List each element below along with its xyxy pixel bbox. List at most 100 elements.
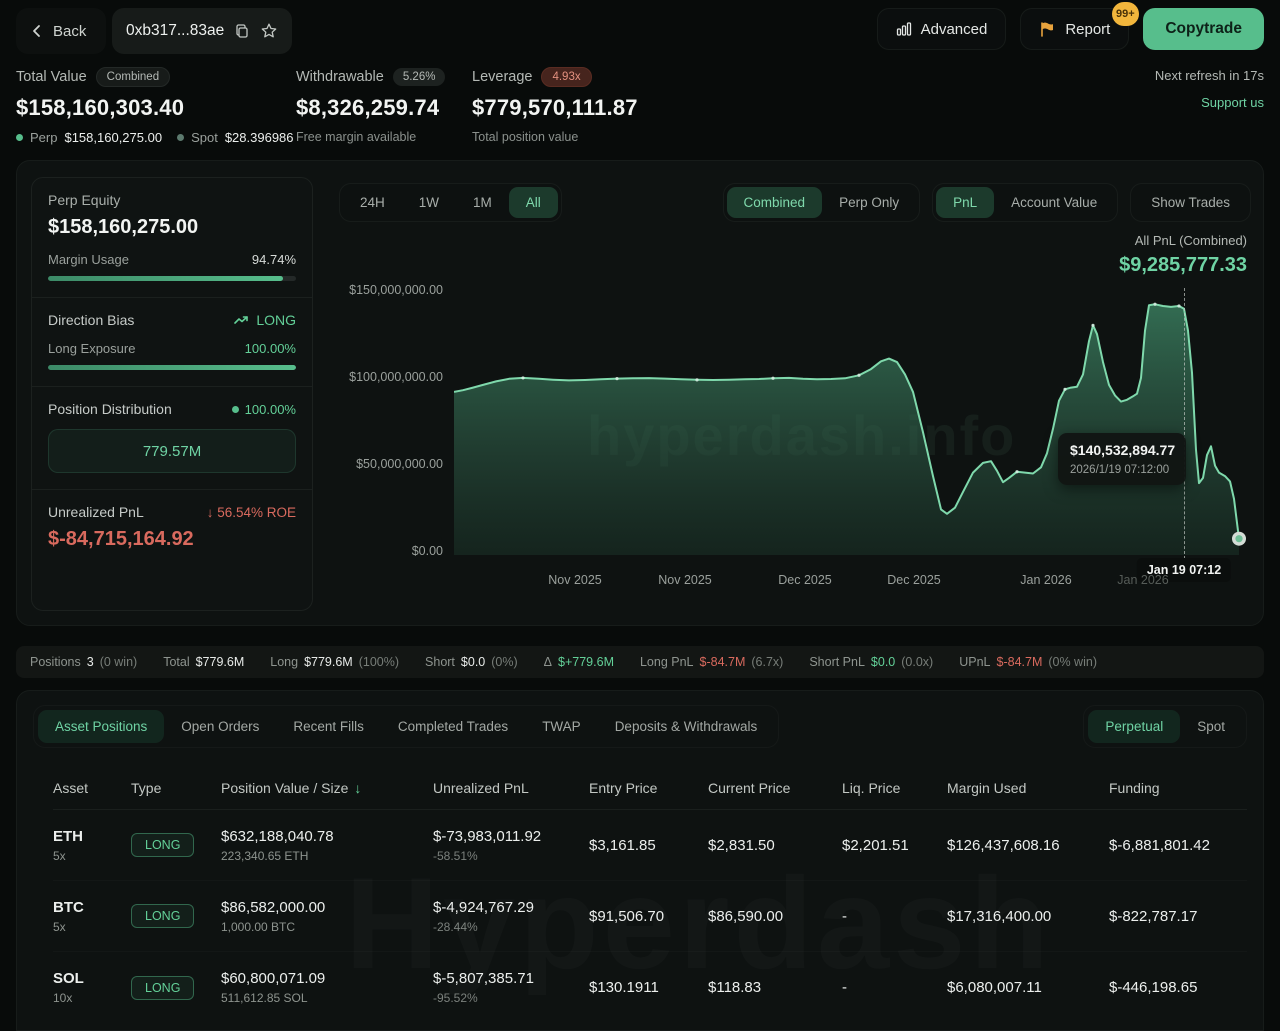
asset-symbol: SOL: [53, 970, 84, 987]
current-price: $2,831.50: [708, 836, 775, 854]
upnl-value: $-5,807,385.71: [433, 970, 534, 987]
asset-leverage: 5x: [53, 919, 66, 934]
direction-bias-label: Direction Bias: [48, 312, 135, 328]
tab-open-orders[interactable]: Open Orders: [164, 710, 276, 743]
liq-price: $2,201.51: [842, 836, 909, 854]
tab-recent-fills[interactable]: Recent Fills: [276, 710, 381, 743]
leverage-label: Leverage: [472, 69, 533, 85]
entry-price: $130.1911: [589, 979, 659, 996]
pnl-area-fill: [454, 304, 1239, 555]
spot-dot: [177, 134, 185, 141]
summary-delta: Δ $+779.6M: [543, 655, 614, 669]
leverage-badge: 4.93x: [541, 67, 592, 87]
toggle-perpetual[interactable]: Perpetual: [1088, 710, 1181, 743]
show-trades-group: Show Trades: [1130, 183, 1251, 222]
pnl-area-chart[interactable]: [454, 288, 1249, 560]
entry-price: $91,506.70: [589, 907, 665, 925]
tab-completed-trades[interactable]: Completed Trades: [381, 710, 525, 743]
asset-leverage: 10x: [53, 991, 73, 1005]
col-asset[interactable]: Asset: [53, 780, 131, 796]
mode-perp-only-button[interactable]: Perp Only: [822, 187, 916, 218]
copytrade-button[interactable]: Copytrade: [1143, 8, 1264, 50]
asset-leverage: 5x: [53, 848, 66, 863]
funding: $-6,881,801.42: [1109, 836, 1210, 854]
wallet-address: 0xb317...83ae: [126, 22, 225, 39]
col-liq-price[interactable]: Liq. Price: [842, 780, 947, 796]
support-us-link[interactable]: Support us: [1155, 95, 1264, 110]
position-distribution-section: Position Distribution 100.00% 779.57M: [32, 387, 312, 489]
table-row[interactable]: BTC 5x LONG $86,582,000.00 1,000.00 BTC …: [53, 881, 1247, 952]
top-right-actions: Advanced Report Copytrade: [876, 8, 1264, 50]
copytrade-label: Copytrade: [1165, 20, 1242, 37]
chart-tooltip: $140,532,894.77 2026/1/19 07:12:00: [1058, 433, 1186, 485]
back-label: Back: [53, 22, 87, 40]
distribution-dot: [231, 405, 239, 413]
flag-icon: [1041, 21, 1054, 37]
long-badge: LONG: [131, 975, 195, 1000]
back-button[interactable]: Back: [16, 8, 107, 54]
perp-equity-section: Perp Equity $158,160,275.00 Margin Usage…: [32, 178, 312, 297]
toggle-spot[interactable]: Spot: [1180, 710, 1242, 743]
positions-tab-group: Asset Positions Open Orders Recent Fills…: [33, 705, 780, 748]
metric-account-value-button[interactable]: Account Value: [994, 187, 1114, 218]
perp-dot: [16, 134, 23, 141]
withdrawable-stat: Withdrawable 5.26% $8,326,259.74 Free ma…: [296, 66, 446, 144]
metric-pnl-button[interactable]: PnL: [936, 187, 995, 218]
entry-price: $3,161.85: [589, 836, 656, 854]
x-axis-tick: Jan 2026: [1020, 573, 1072, 587]
account-stats-row: Total Value Combined $158,160,303.40 Per…: [0, 64, 1280, 154]
long-exposure-bar: [48, 365, 296, 370]
spot-label: Spot: [191, 130, 218, 145]
table-row[interactable]: SOL 10x LONG $60,800,071.09 511,612.85 S…: [53, 952, 1247, 1023]
range-all-button[interactable]: All: [508, 187, 558, 218]
col-funding[interactable]: Funding: [1109, 780, 1247, 796]
col-current-price[interactable]: Current Price: [708, 780, 842, 796]
all-pnl-summary: All PnL (Combined) $9,285,777.33: [1119, 233, 1247, 277]
bar-chart-icon: [896, 22, 911, 36]
x-axis-tick: Dec 2025: [778, 573, 832, 587]
advanced-label: Advanced: [920, 20, 988, 38]
positions-panel: Asset Positions Open Orders Recent Fills…: [16, 690, 1264, 1031]
summary-long-pnl: Long PnL $-84.7M (6.7x): [639, 655, 784, 669]
margin-usage-bar: [48, 276, 296, 281]
table-header-row: Asset Type Position Value / Size ↓ Unreal…: [53, 766, 1247, 810]
leverage-sub: Total position value: [472, 130, 579, 144]
col-unrealized-pnl[interactable]: Unrealized PnL: [433, 780, 589, 796]
x-axis-tick: Dec 2025: [887, 573, 941, 587]
pnl-endpoint-core: [1235, 535, 1243, 543]
col-margin-used[interactable]: Margin Used: [947, 780, 1109, 796]
range-1m-button[interactable]: 1M: [456, 187, 509, 218]
withdrawable-sub: Free margin available: [296, 130, 417, 144]
copy-icon[interactable]: [234, 23, 250, 39]
range-1w-button[interactable]: 1W: [402, 187, 456, 218]
report-label: Report: [1065, 20, 1111, 38]
total-value-stat: Total Value Combined $158,160,303.40 Per…: [16, 66, 294, 145]
table-row[interactable]: ETH 5x LONG $632,188,040.78 223,340.65 E…: [53, 810, 1247, 881]
margin-used: $6,080,007.11: [947, 979, 1042, 996]
tab-asset-positions[interactable]: Asset Positions: [38, 710, 165, 743]
market-toggle-group: Perpetual Spot: [1083, 705, 1247, 748]
star-icon[interactable]: [260, 22, 278, 40]
upnl-pct: -95.52%: [433, 991, 478, 1005]
position-distribution-value[interactable]: 779.57M: [48, 429, 296, 473]
advanced-button[interactable]: Advanced: [876, 8, 1007, 50]
mode-combined-button[interactable]: Combined: [726, 187, 823, 218]
range-24h-button[interactable]: 24H: [343, 187, 402, 218]
current-price: $118.83: [708, 979, 762, 996]
position-distribution-label: Position Distribution: [48, 401, 172, 417]
show-trades-button[interactable]: Show Trades: [1134, 187, 1247, 218]
summary-short: Short $0.0 (0%): [425, 655, 518, 669]
spot-value: $28.396986: [224, 130, 294, 145]
positions-summary-strip: Positions 3 (0 win) Total $779.6M Long $…: [16, 646, 1264, 678]
wallet-address-pill[interactable]: 0xb317...83ae: [112, 8, 293, 54]
col-entry-price[interactable]: Entry Price: [589, 780, 708, 796]
summary-positions: Positions 3 (0 win): [30, 655, 138, 669]
col-position-value[interactable]: Position Value / Size ↓: [221, 780, 433, 796]
asset-symbol: ETH: [53, 827, 83, 845]
tooltip-timestamp: 2026/1/19 07:12:00: [1070, 464, 1170, 476]
direction-bias-value: LONG: [256, 312, 296, 328]
tab-deposits-withdrawals[interactable]: Deposits & Withdrawals: [598, 710, 775, 743]
col-type[interactable]: Type: [131, 780, 221, 796]
position-size: 223,340.65 ETH: [221, 848, 309, 863]
tab-twap[interactable]: TWAP: [525, 710, 598, 743]
